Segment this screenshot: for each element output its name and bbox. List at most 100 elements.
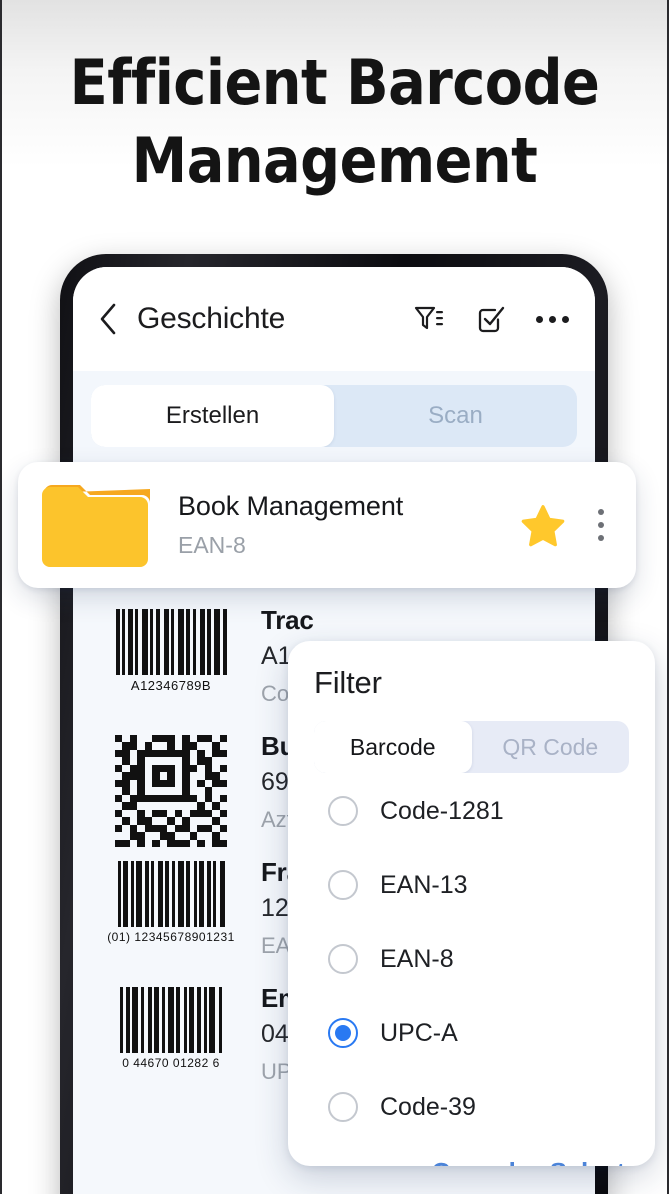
- aztec-module: [212, 757, 219, 764]
- aztec-module: [182, 749, 190, 758]
- aztec-module: [167, 832, 175, 840]
- aztec-module: [190, 787, 197, 794]
- aztec-module: [197, 735, 205, 743]
- aztec-module: [122, 787, 130, 795]
- aztec-module: [160, 840, 167, 847]
- barcode-thumbnail: A12346789B: [95, 605, 247, 693]
- aztec-module: [122, 749, 130, 758]
- back-button[interactable]: [95, 303, 121, 335]
- aztec-module: [137, 794, 145, 803]
- aztec-module: [152, 779, 160, 788]
- aztec-module: [182, 839, 190, 847]
- more-vertical-icon[interactable]: [592, 509, 610, 541]
- aztec-module: [129, 764, 138, 773]
- aztec-module: [212, 779, 220, 788]
- aztec-module: [159, 809, 168, 818]
- filter-option-ean-8[interactable]: EAN-8: [314, 923, 629, 995]
- dot: [598, 509, 604, 515]
- aztec-module: [130, 757, 137, 764]
- aztec-module: [190, 817, 197, 824]
- aztec-module: [212, 810, 219, 817]
- aztec-module: [174, 824, 183, 833]
- aztec-module: [212, 735, 219, 742]
- aztec-module: [115, 809, 123, 818]
- aztec-module: [145, 832, 152, 839]
- radio-button[interactable]: [328, 944, 358, 974]
- aztec-module: [115, 757, 122, 764]
- aztec-module: [137, 749, 145, 758]
- select-button[interactable]: Select: [550, 1157, 626, 1166]
- aztec-module: [115, 794, 123, 803]
- aztec-module: [145, 810, 152, 817]
- filter-option-ean-13[interactable]: EAN-13: [314, 849, 629, 921]
- aztec-module: [144, 742, 153, 750]
- aztec-module: [212, 817, 220, 825]
- aztec-module: [167, 787, 174, 794]
- barcode-bars: [117, 861, 225, 927]
- radio-button-selected[interactable]: [328, 1018, 358, 1048]
- aztec-module: [167, 764, 175, 773]
- tab-scan[interactable]: Scan: [334, 385, 577, 447]
- aztec-module: [115, 787, 122, 794]
- aztec-module: [137, 787, 145, 795]
- create-scan-segmented-control: Erstellen Scan: [91, 385, 577, 447]
- aztec-module: [219, 809, 227, 818]
- radio-button[interactable]: [328, 796, 358, 826]
- radio-button[interactable]: [328, 870, 358, 900]
- folder-card[interactable]: Book Management EAN-8: [18, 462, 636, 588]
- aztec-module: [152, 772, 160, 780]
- filter-option-code-39[interactable]: Code-39: [314, 1071, 629, 1143]
- star-filled-icon[interactable]: [520, 502, 566, 548]
- aztec-module: [197, 757, 205, 765]
- aztec-module: [144, 824, 153, 833]
- aztec-module: [175, 772, 182, 779]
- aztec-module: [189, 794, 198, 803]
- aztec-module: [197, 742, 204, 749]
- aztec-module: [115, 802, 122, 809]
- tab-qr-code[interactable]: QR Code: [472, 721, 630, 773]
- cancel-button[interactable]: Cancel: [432, 1157, 516, 1166]
- more-horizontal-icon[interactable]: [536, 315, 569, 323]
- aztec-module: [220, 832, 227, 839]
- aztec-module: [159, 764, 168, 773]
- aztec-module: [190, 772, 197, 779]
- aztec-module: [130, 780, 137, 787]
- aztec-module: [137, 779, 145, 788]
- aztec-module: [182, 824, 190, 833]
- aztec-module: [122, 757, 130, 765]
- aztec-module: [182, 802, 189, 809]
- aztec-module: [137, 825, 144, 832]
- filter-option-code-1281[interactable]: Code-1281: [314, 775, 629, 847]
- aztec-module: [175, 765, 182, 772]
- checkbox-check-icon[interactable]: [474, 302, 508, 336]
- aztec-module: [220, 772, 227, 779]
- filter-dialog-actions: Cancel Select: [314, 1157, 629, 1166]
- aztec-module: [129, 832, 138, 840]
- tab-barcode[interactable]: Barcode: [314, 721, 472, 773]
- folder-title: Book Management: [178, 491, 404, 521]
- aztec-module: [219, 749, 227, 758]
- aztec-module: [122, 742, 130, 750]
- aztec-module: [167, 779, 175, 788]
- segmented-control-wrap: Erstellen Scan: [73, 371, 595, 463]
- aztec-module: [205, 832, 212, 839]
- aztec-module: [137, 764, 145, 773]
- aztec-module: [145, 840, 152, 847]
- aztec-module: [189, 742, 198, 750]
- aztec-module: [182, 735, 190, 743]
- headline-line-2: Management: [131, 124, 538, 197]
- aztec-module: [160, 742, 167, 749]
- funnel-filter-icon[interactable]: [412, 302, 446, 336]
- barcode-caption: 0 44670 01282 6: [122, 1056, 220, 1070]
- aztec-module: [137, 772, 145, 780]
- aztec-module: [167, 810, 174, 817]
- filter-dialog: Filter Barcode QR Code Code-1281 EAN-13 …: [288, 641, 655, 1166]
- filter-option-upc-a[interactable]: UPC-A: [314, 997, 629, 1069]
- tab-erstellen[interactable]: Erstellen: [91, 385, 334, 447]
- aztec-module: [197, 749, 205, 758]
- aztec-module: [115, 779, 123, 788]
- aztec-module: [205, 817, 212, 824]
- aztec-code-icon: [115, 735, 227, 847]
- aztec-module: [145, 765, 152, 772]
- radio-button[interactable]: [328, 1092, 358, 1122]
